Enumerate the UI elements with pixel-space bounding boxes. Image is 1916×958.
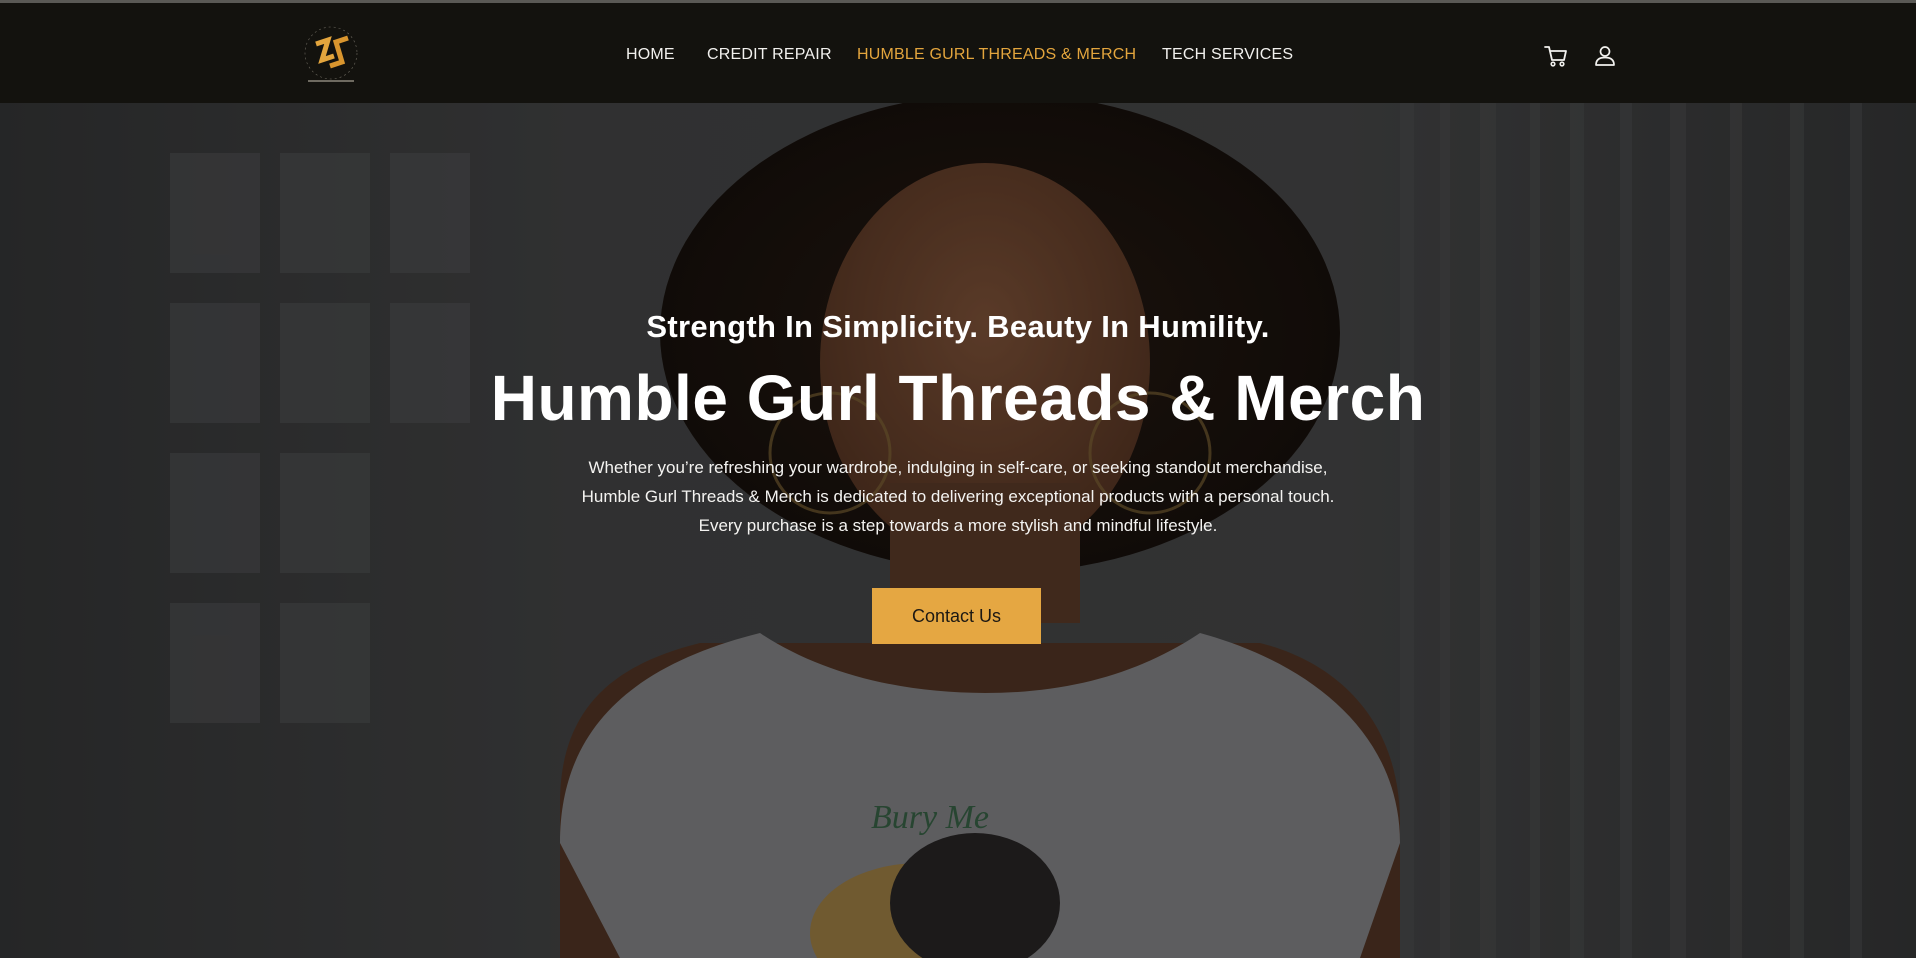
nav-item-humble-gurl-threads[interactable]: HUMBLE GURL THREADS & MERCH xyxy=(857,43,1136,67)
cart-icon[interactable] xyxy=(1543,43,1569,69)
hero-section: Bury Me Strength In Simplicity. Beauty I… xyxy=(0,103,1916,958)
nav-item-tech-services[interactable]: TECH SERVICES xyxy=(1162,43,1293,67)
site-header: HOME CREDIT REPAIR HUMBLE GURL THREADS &… xyxy=(0,3,1916,103)
contact-us-button[interactable]: Contact Us xyxy=(872,588,1041,644)
user-icon[interactable] xyxy=(1592,43,1618,69)
main-nav: HOME CREDIT REPAIR HUMBLE GURL THREADS &… xyxy=(0,3,1916,103)
hero-title: Humble Gurl Threads & Merch xyxy=(490,362,1426,434)
hero-description: Whether you’re refreshing your wardrobe,… xyxy=(581,458,1335,535)
hero-content: Strength In Simplicity. Beauty In Humili… xyxy=(0,103,1916,958)
hero-tagline: Strength In Simplicity. Beauty In Humili… xyxy=(646,309,1270,344)
nav-item-credit-repair[interactable]: CREDIT REPAIR xyxy=(707,43,832,67)
nav-item-home[interactable]: HOME xyxy=(626,43,675,67)
